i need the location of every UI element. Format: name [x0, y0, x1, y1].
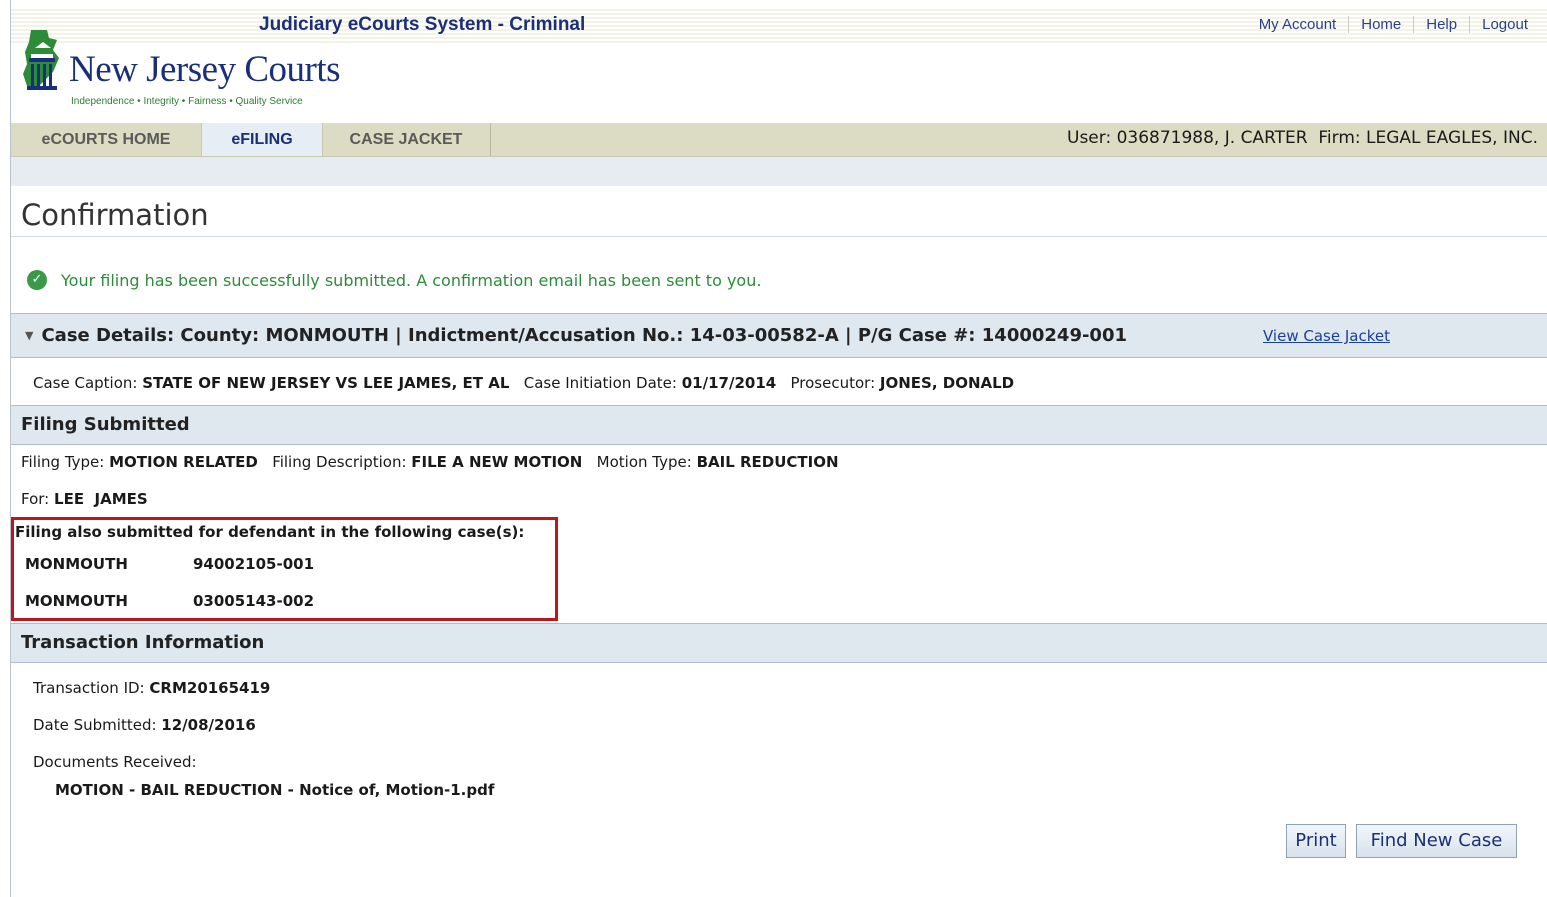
caption-label: Case Caption:: [33, 374, 138, 392]
filing-type-label: Filing Type:: [21, 453, 105, 471]
case-details-header[interactable]: ▼ Case Details: County: MONMOUTH | Indict…: [11, 313, 1547, 358]
for-label: For:: [21, 490, 50, 508]
user-label: User:: [1067, 128, 1112, 148]
filing-type-value: MOTION RELATED: [109, 453, 258, 471]
nj-courts-logo: New Jersey Courts Independence • Integri…: [17, 28, 387, 116]
logo-name: New Jersey Courts: [69, 49, 341, 90]
my-account-link[interactable]: My Account: [1247, 16, 1349, 33]
case-details-title: Case Details: County: MONMOUTH | Indictm…: [41, 325, 1128, 346]
filing-desc-value: FILE A NEW MOTION: [411, 453, 583, 471]
initiation-value: 01/17/2014: [681, 374, 777, 392]
related-case-number: 03005143-002: [193, 592, 315, 610]
main-nav: eCOURTS HOME eFILING CASE JACKET User: 0…: [11, 123, 1547, 157]
check-circle-icon: ✓: [27, 270, 47, 290]
documents-received-label: Documents Received:: [33, 753, 197, 771]
caption-value: STATE OF NEW JERSEY VS LEE JAMES, ET AL: [142, 374, 510, 392]
motion-type-label: Motion Type:: [596, 453, 692, 471]
find-new-case-button[interactable]: Find New Case: [1356, 824, 1517, 858]
tab-ecourts-home[interactable]: eCOURTS HOME: [11, 123, 202, 156]
transaction-id-label: Transaction ID:: [33, 679, 145, 697]
success-text: Your filing has been successfully submit…: [61, 270, 762, 290]
related-case-county: MONMOUTH: [25, 555, 128, 573]
for-value: LEE JAMES: [54, 490, 148, 508]
date-submitted-label: Date Submitted:: [33, 716, 157, 734]
date-submitted-line: Date Submitted: 12/08/2016: [33, 716, 256, 734]
related-case-number: 94002105-001: [193, 555, 315, 573]
nj-state-emblem-icon: [23, 30, 59, 90]
transaction-info-header: Transaction Information: [11, 623, 1547, 663]
logout-link[interactable]: Logout: [1469, 16, 1540, 33]
success-message: ✓ Your filing has been successfully subm…: [27, 270, 761, 290]
logo-tagline: Independence • Integrity • Fairness • Qu…: [71, 96, 303, 107]
firm-label: Firm:: [1318, 128, 1361, 148]
home-link[interactable]: Home: [1348, 16, 1413, 33]
app-frame: Judiciary eCourts System - Criminal My A…: [10, 0, 1547, 897]
motion-type-value: BAIL REDUCTION: [696, 453, 839, 471]
help-link[interactable]: Help: [1413, 16, 1469, 33]
document-item[interactable]: MOTION - BAIL REDUCTION - Notice of, Mot…: [55, 781, 494, 799]
page-title: Confirmation: [21, 198, 209, 232]
collapse-triangle-icon[interactable]: ▼: [25, 329, 33, 342]
print-button[interactable]: Print: [1286, 824, 1346, 858]
transaction-id-value: CRM20165419: [149, 679, 271, 697]
user-info: User: 036871988, J. CARTER Firm: LEGAL E…: [1067, 123, 1538, 154]
filing-type-line: Filing Type: MOTION RELATED Filing Descr…: [21, 453, 839, 471]
view-case-jacket-link[interactable]: View Case Jacket: [1263, 314, 1390, 358]
transaction-id-line: Transaction ID: CRM20165419: [33, 679, 270, 697]
page-header: Judiciary eCourts System - Criminal My A…: [11, 0, 1547, 122]
also-submitted-text: Filing also submitted for defendant in t…: [15, 523, 525, 541]
date-submitted-value: 12/08/2016: [161, 716, 256, 734]
tab-efiling[interactable]: eFILING: [201, 123, 323, 156]
title-divider: [11, 236, 1547, 237]
tab-case-jacket[interactable]: CASE JACKET: [322, 123, 491, 156]
top-links: My Account Home Help Logout: [1247, 16, 1540, 33]
related-case-county: MONMOUTH: [25, 592, 128, 610]
filing-desc-label: Filing Description:: [272, 453, 407, 471]
prosecutor-label: Prosecutor:: [790, 374, 876, 392]
firm-value: LEGAL EAGLES, INC.: [1366, 128, 1538, 148]
initiation-label: Case Initiation Date:: [523, 374, 677, 392]
prosecutor-value: JONES, DONALD: [879, 374, 1015, 392]
filing-submitted-header: Filing Submitted: [11, 405, 1547, 445]
user-value: 036871988, J. CARTER: [1116, 128, 1308, 148]
for-line: For: LEE JAMES: [21, 490, 148, 508]
case-caption-line: Case Caption: STATE OF NEW JERSEY VS LEE…: [33, 374, 1014, 392]
sub-bar: [11, 157, 1547, 186]
